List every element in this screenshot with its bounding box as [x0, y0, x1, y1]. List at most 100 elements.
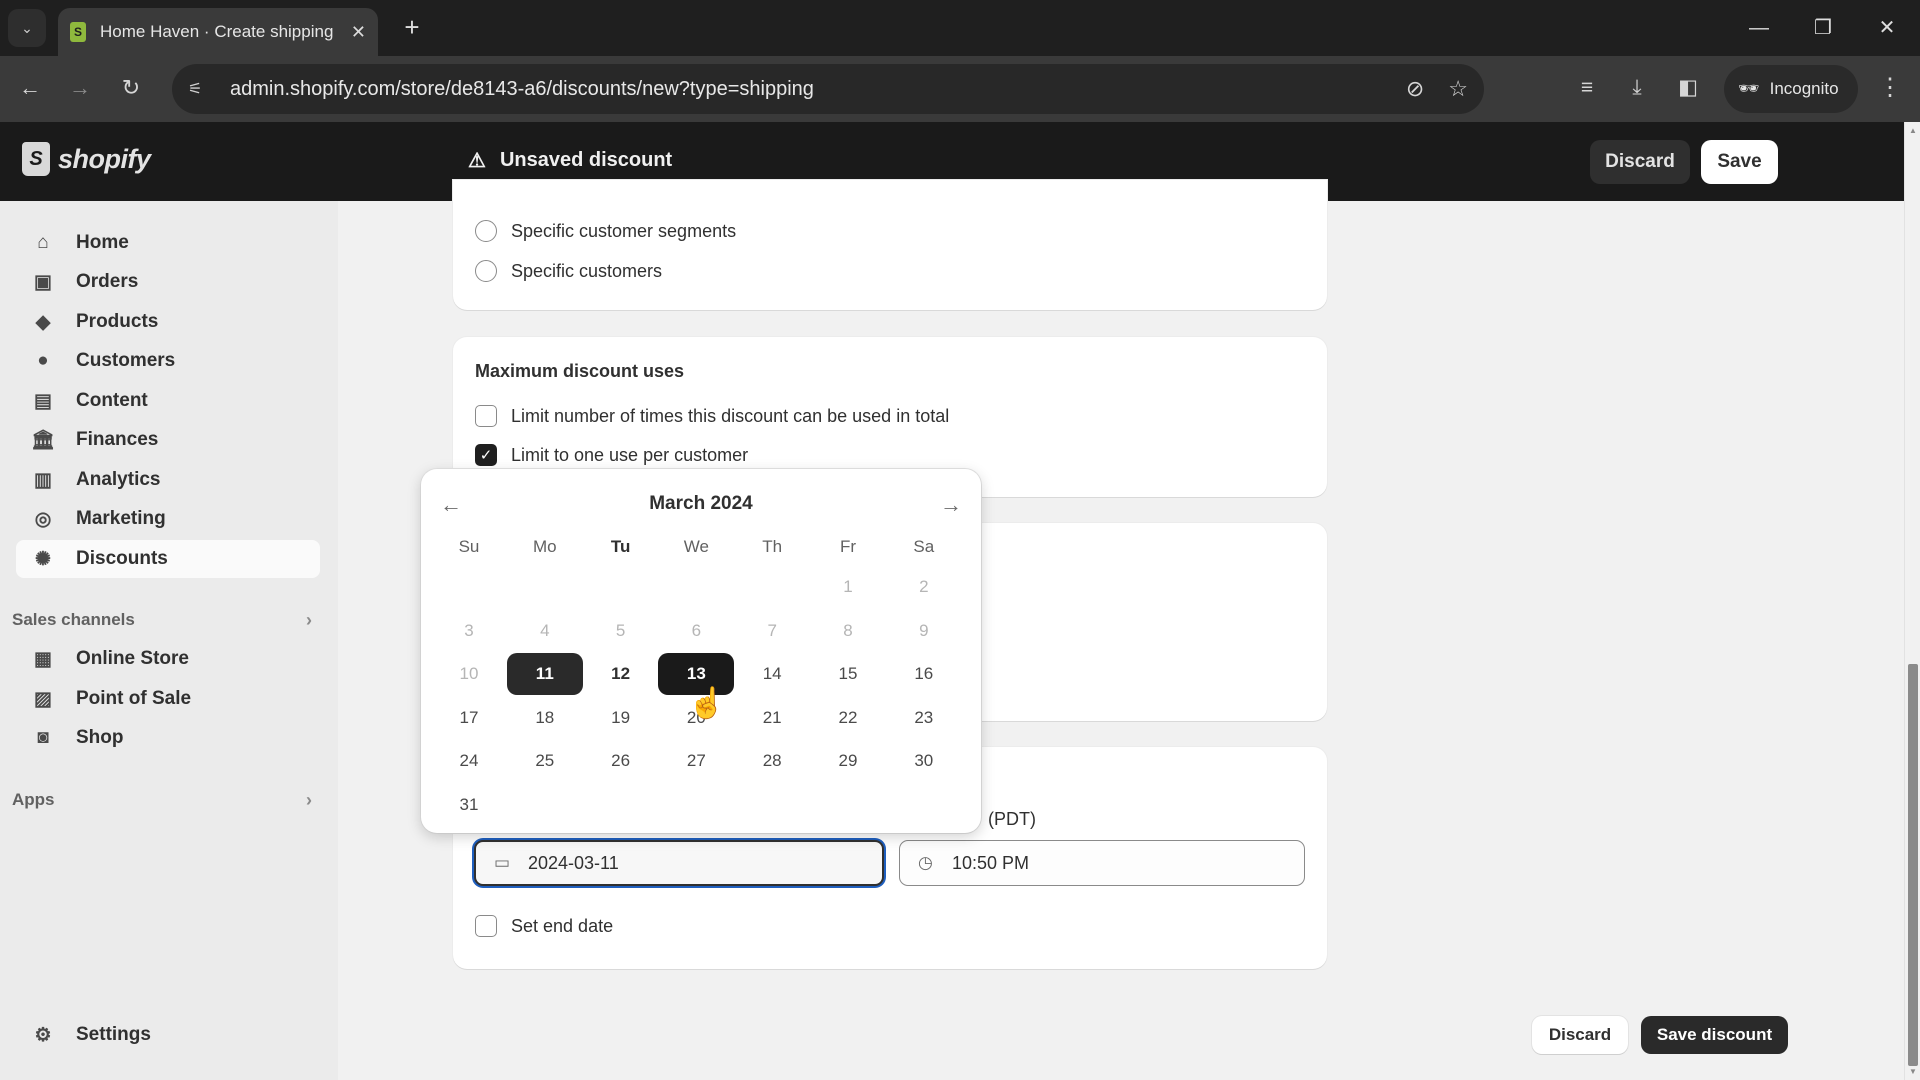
- sidebar: ⌂ Home ▣ Orders ◆ Products ● Customers ▤ Cont…: [0, 201, 338, 1080]
- chevron-right-icon[interactable]: ›: [306, 610, 312, 631]
- checkbox[interactable]: [475, 915, 497, 937]
- calendar-day[interactable]: 25: [507, 740, 583, 782]
- download-icon[interactable]: ⤓: [1619, 70, 1655, 106]
- top-save-button[interactable]: Save: [1701, 140, 1778, 184]
- scroll-down-arrow-icon[interactable]: ▼: [1905, 1067, 1920, 1076]
- chevron-right-icon[interactable]: ›: [306, 790, 312, 811]
- checkbox[interactable]: [475, 405, 497, 427]
- discard-button[interactable]: Discard: [1532, 1016, 1628, 1054]
- checkmark-icon: ✓: [479, 447, 493, 464]
- calendar-day[interactable]: 28: [734, 740, 810, 782]
- browser-menu-icon[interactable]: ⋮: [1872, 70, 1908, 106]
- discount-icon: ✺: [35, 548, 51, 570]
- sidebar-item-point-of-sale[interactable]: ▨ Point of Sale: [16, 680, 320, 718]
- calendar-day[interactable]: 12: [583, 653, 659, 695]
- calendar-day[interactable]: 29: [810, 740, 886, 782]
- apps-header[interactable]: Apps ›: [12, 790, 312, 811]
- browser-tab[interactable]: S Home Haven · Create shipping ✕: [58, 8, 378, 56]
- calendar-day[interactable]: 11: [506, 653, 583, 695]
- sidebar-item-settings[interactable]: ⚙ Settings: [16, 1016, 320, 1054]
- weekday-label: Tu: [610, 537, 631, 556]
- gear-icon: ⚙: [34, 1024, 52, 1046]
- calendar-day[interactable]: 14: [734, 653, 810, 695]
- sidebar-item-content[interactable]: ▤ Content: [16, 382, 320, 420]
- hand-pointer-cursor-icon: ☝: [688, 687, 726, 720]
- scroll-up-arrow-icon[interactable]: ▲: [1905, 126, 1920, 135]
- incognito-badge[interactable]: 🕶 Incognito: [1724, 65, 1858, 113]
- close-tab-icon[interactable]: ✕: [351, 22, 366, 43]
- sidebar-item-marketing[interactable]: ◎ Marketing: [16, 500, 320, 538]
- calendar-day[interactable]: 24: [431, 740, 507, 782]
- save-discount-button[interactable]: Save discount: [1641, 1016, 1788, 1054]
- store-icon: ▦: [34, 648, 52, 670]
- side-panel-icon[interactable]: ◧: [1670, 70, 1706, 106]
- set-end-date-option[interactable]: Set end date: [475, 915, 613, 937]
- sales-channels-header[interactable]: Sales channels ›: [12, 610, 312, 631]
- sidebar-item-label: Discounts: [76, 548, 168, 569]
- calendar-day[interactable]: 18: [507, 697, 583, 739]
- sidebar-item-label: Customers: [76, 350, 176, 371]
- sidebar-item-orders[interactable]: ▣ Orders: [16, 263, 320, 301]
- clock-icon: ◷: [918, 853, 933, 872]
- radio-button[interactable]: [475, 260, 497, 282]
- tab-search-button[interactable]: ⌄: [8, 9, 46, 47]
- shopify-logo[interactable]: S shopify: [22, 142, 151, 176]
- sidebar-item-home[interactable]: ⌂ Home: [16, 224, 320, 262]
- radio-specific-customers[interactable]: Specific customers: [475, 260, 662, 282]
- next-month-button[interactable]: →: [933, 489, 969, 521]
- sidebar-item-label: Home: [76, 232, 129, 253]
- radio-button[interactable]: [475, 220, 497, 242]
- limit-one-per-customer-option[interactable]: ✓ Limit to one use per customer: [475, 444, 748, 466]
- radio-specific-segments[interactable]: Specific customer segments: [475, 220, 736, 242]
- calendar-day[interactable]: 19: [583, 697, 659, 739]
- restore-button[interactable]: ❐: [1798, 10, 1848, 46]
- sidebar-item-shop[interactable]: ◙ Shop: [16, 719, 320, 757]
- top-discard-button[interactable]: Discard: [1590, 140, 1690, 184]
- calendar-day[interactable]: 30: [886, 740, 962, 782]
- sidebar-item-online-store[interactable]: ▦ Online Store: [16, 640, 320, 678]
- calendar-day[interactable]: 21: [734, 697, 810, 739]
- close-window-button[interactable]: ✕: [1862, 10, 1912, 46]
- start-time-label: (PDT): [988, 809, 1036, 830]
- limit-total-uses-option[interactable]: Limit number of times this discount can …: [475, 405, 949, 427]
- checkbox-checked[interactable]: ✓: [475, 444, 497, 466]
- unsaved-status: ⚠ Unsaved discount: [468, 148, 672, 173]
- address-bar[interactable]: ⚟ admin.shopify.com/store/de8143-a6/disc…: [172, 64, 1484, 114]
- sidebar-item-label: Shop: [76, 727, 124, 748]
- calendar-day[interactable]: 15: [810, 653, 886, 695]
- star-icon[interactable]: ☆: [1448, 76, 1468, 102]
- calendar-day[interactable]: 16: [886, 653, 962, 695]
- home-icon: ⌂: [37, 232, 49, 253]
- calendar-day[interactable]: 22: [810, 697, 886, 739]
- calendar-day[interactable]: 31: [431, 784, 507, 826]
- calendar-day: 9: [919, 620, 929, 640]
- chevron-down-icon: ⌄: [21, 19, 33, 36]
- sidebar-item-finances[interactable]: 🏛 Finances: [16, 421, 320, 459]
- site-info-icon[interactable]: ⚟: [188, 79, 210, 99]
- reload-button[interactable]: ↻: [113, 70, 149, 106]
- calendar-day[interactable]: 17: [431, 697, 507, 739]
- start-date-input[interactable]: ▭ 2024-03-11: [474, 840, 884, 886]
- eye-off-icon[interactable]: ⊘: [1406, 76, 1424, 102]
- minimize-button[interactable]: —: [1734, 10, 1784, 46]
- browser-tab-bar: ⌄ S Home Haven · Create shipping ✕ + — ❐…: [0, 0, 1920, 56]
- page-scrollbar[interactable]: ▲ ▼: [1904, 122, 1920, 1080]
- forward-button[interactable]: →: [62, 70, 98, 106]
- sidebar-item-products[interactable]: ◆ Products: [16, 303, 320, 341]
- calendar-day[interactable]: 27: [658, 740, 734, 782]
- calendar-day: 5: [615, 620, 626, 640]
- new-tab-button[interactable]: +: [396, 12, 428, 44]
- shopify-wordmark: shopify: [58, 143, 151, 174]
- calendar-day[interactable]: 26: [583, 740, 659, 782]
- media-control-icon[interactable]: ≡: [1569, 70, 1605, 106]
- scrollbar-thumb[interactable]: [1908, 664, 1918, 1066]
- orders-icon: ▣: [34, 271, 52, 293]
- sidebar-item-customers[interactable]: ● Customers: [16, 342, 320, 380]
- back-button[interactable]: ←: [12, 70, 48, 106]
- shopify-bag-icon: S: [22, 142, 50, 176]
- calendar-day: 4: [540, 620, 550, 640]
- sidebar-item-discounts[interactable]: ✺ Discounts: [16, 540, 320, 578]
- sidebar-item-analytics[interactable]: ▥ Analytics: [16, 461, 320, 499]
- start-time-input[interactable]: ◷ 10:50 PM: [899, 840, 1305, 886]
- calendar-day[interactable]: 23: [886, 697, 962, 739]
